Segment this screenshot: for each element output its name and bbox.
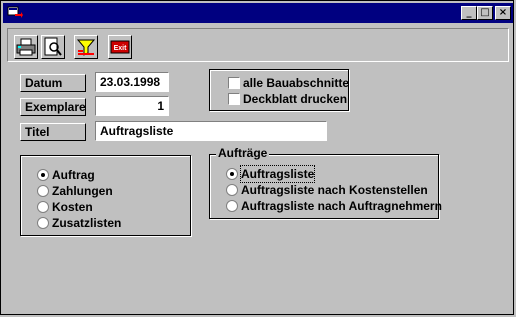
filter-button[interactable] — [74, 35, 98, 59]
checkbox-box[interactable] — [228, 77, 240, 89]
exemplare-label: Exemplare — [20, 98, 86, 116]
exit-button[interactable]: Exit — [108, 35, 132, 59]
exemplare-field[interactable]: 1 — [95, 96, 169, 116]
printer-icon — [16, 38, 36, 56]
close-button[interactable]: × — [495, 6, 511, 20]
print-preview-button[interactable] — [41, 35, 65, 59]
radio-button[interactable] — [226, 200, 238, 212]
radio-button[interactable] — [226, 184, 238, 196]
checkbox-label: alle Bauabschnitte — [243, 76, 350, 90]
titel-field[interactable]: Auftragsliste — [95, 121, 327, 141]
report-dialog-window: _ □ × Exit Datum 23.03.1998 Exemplare 1 … — [0, 0, 514, 315]
radio-label: Auftragsliste — [239, 165, 316, 183]
print-button[interactable] — [14, 35, 38, 59]
report-type-group: Auftrag Zahlungen Kosten Zusatzlisten — [20, 155, 191, 236]
radio-button[interactable] — [37, 169, 49, 181]
minimize-button[interactable]: _ — [461, 6, 477, 20]
radio-button[interactable] — [37, 217, 49, 229]
options-checkbox-group: alle Bauabschnitte Deckblatt drucken — [209, 69, 349, 111]
app-icon[interactable] — [7, 5, 23, 21]
titel-label: Titel — [20, 123, 86, 141]
datum-field[interactable]: 23.03.1998 — [95, 72, 169, 92]
svg-text:Exit: Exit — [114, 45, 128, 52]
checkbox-label: Deckblatt drucken — [243, 92, 348, 106]
radio-label: Auftragsliste nach Auftragnehmern — [241, 199, 442, 213]
radio-label: Zusatzlisten — [52, 216, 122, 230]
maximize-button[interactable]: □ — [477, 6, 493, 20]
radio-label: Zahlungen — [52, 184, 113, 198]
title-bar[interactable]: _ □ × — [3, 3, 513, 23]
radio-label: Auftragsliste nach Kostenstellen — [241, 183, 428, 197]
radio-button[interactable] — [37, 185, 49, 197]
print-preview-icon — [44, 37, 62, 56]
auftraege-group: Aufträge Auftragsliste Auftragsliste nac… — [209, 146, 442, 219]
radio-label: Auftrag — [52, 168, 95, 182]
auftraege-group-title: Aufträge — [216, 146, 270, 160]
radio-label: Kosten — [52, 200, 93, 214]
filter-icon — [76, 39, 96, 56]
radio-button[interactable] — [226, 168, 238, 180]
datum-label: Datum — [20, 74, 86, 92]
radio-button[interactable] — [37, 201, 49, 213]
checkbox-box[interactable] — [228, 93, 240, 105]
exit-icon: Exit — [110, 40, 130, 54]
toolbar: Exit — [7, 28, 509, 62]
